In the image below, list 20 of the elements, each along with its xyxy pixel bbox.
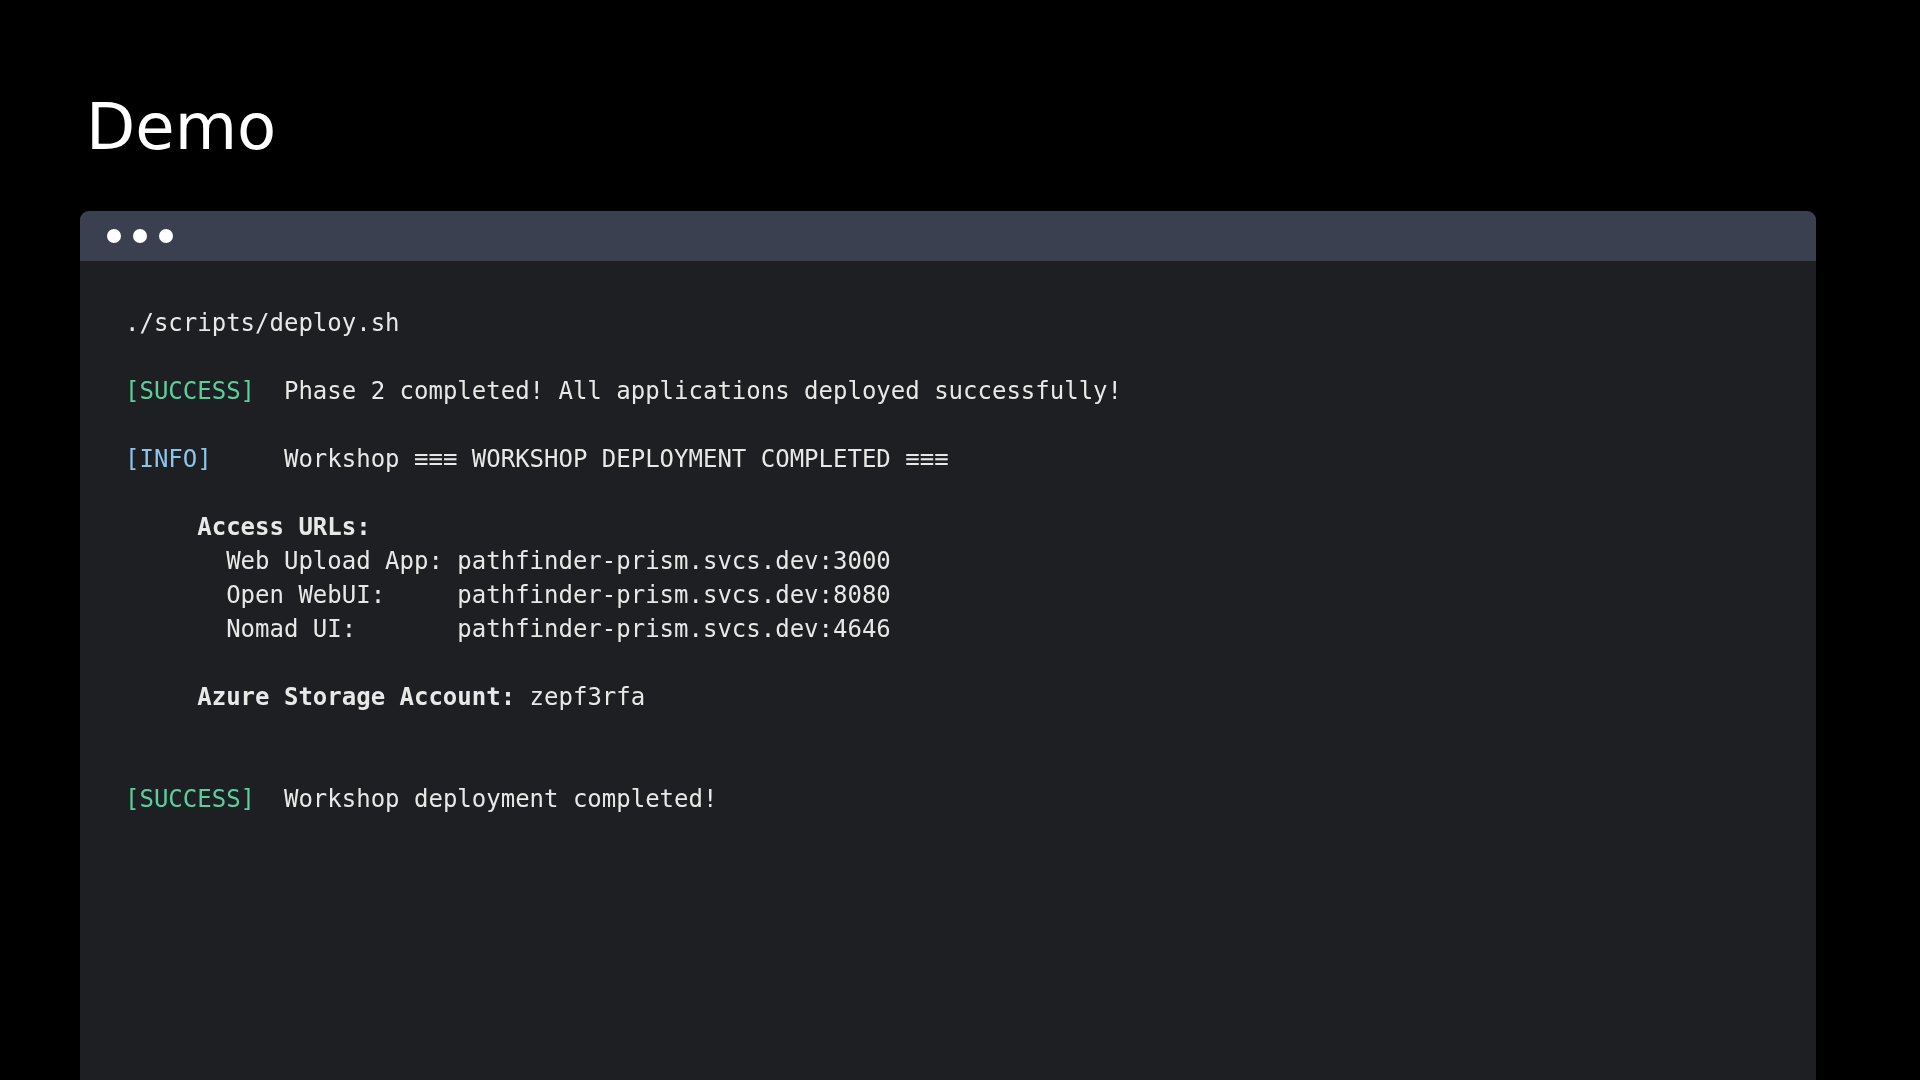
log-level-tag: [INFO] — [125, 441, 284, 476]
window-dot-icon — [107, 228, 121, 243]
field-label: Web Upload App: — [226, 545, 444, 577]
field-label: Nomad UI: — [226, 613, 358, 645]
window-dot-icon — [159, 228, 173, 243]
url-text: pathfinder-prism.svcs.dev:8080 — [457, 579, 891, 611]
field-value: zepf3rfa — [529, 681, 646, 713]
log-message: Workshop deployment completed! — [283, 783, 718, 815]
log-level-tag: [SUCCESS] — [125, 781, 284, 816]
log-message: Workshop ≡≡≡ WORKSHOP DEPLOYMENT COMPLETED ≡≡≡ — [283, 443, 949, 475]
command-text: ./scripts/deploy.sh — [125, 307, 400, 339]
field-label: Open WebUI: — [226, 579, 387, 611]
log-level-tag: [SUCCESS] — [125, 373, 284, 408]
url-text: pathfinder-prism.svcs.dev:3000 — [457, 545, 891, 577]
field-label: Azure Storage Account: — [197, 681, 516, 713]
window-dot-icon — [133, 228, 147, 243]
slide-title: Demo — [86, 91, 278, 165]
url-text: pathfinder-prism.svcs.dev:4646 — [457, 613, 891, 645]
section-heading: Access URLs: — [197, 511, 371, 543]
log-message: Phase 2 completed! All applications deployed successfully! — [283, 375, 1122, 407]
